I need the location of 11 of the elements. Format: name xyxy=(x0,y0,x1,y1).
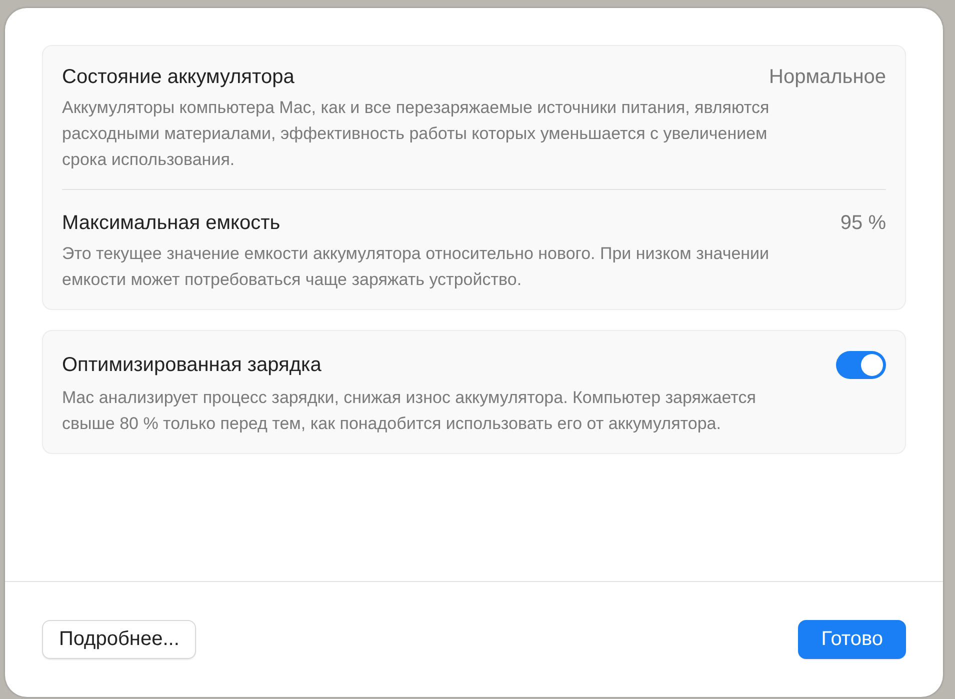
setting-title: Максимальная емкость xyxy=(62,212,280,235)
setting-description: Аккумуляторы компьютера Mac, как и все перезаряжаемые источники питания, являются расходными материалами, эффективность работы которых уменьшается с увеличением срока использования. xyxy=(62,97,770,171)
setting-title: Оптимизированная зарядка xyxy=(62,354,322,376)
setting-value: Нормальное xyxy=(769,66,886,89)
setting-description: Это текущее значение емкости аккумулятора относительно нового. При низком значении емкости может потребоваться чаще заряжать устройство. xyxy=(62,243,770,291)
setting-title: Состояние аккумулятора xyxy=(62,66,294,89)
setting-description: Mac анализирует процесс зарядки, снижая износ аккумулятора. Компьютер заряжается свыше 80 % только перед тем, как понадобится использовать его от аккумулятора. xyxy=(62,387,757,435)
done-button[interactable]: Готово xyxy=(798,620,906,659)
toggle-switch[interactable] xyxy=(836,351,886,379)
details-button[interactable]: Подробнее... xyxy=(42,620,196,659)
setting-value: 95 % xyxy=(840,212,886,235)
